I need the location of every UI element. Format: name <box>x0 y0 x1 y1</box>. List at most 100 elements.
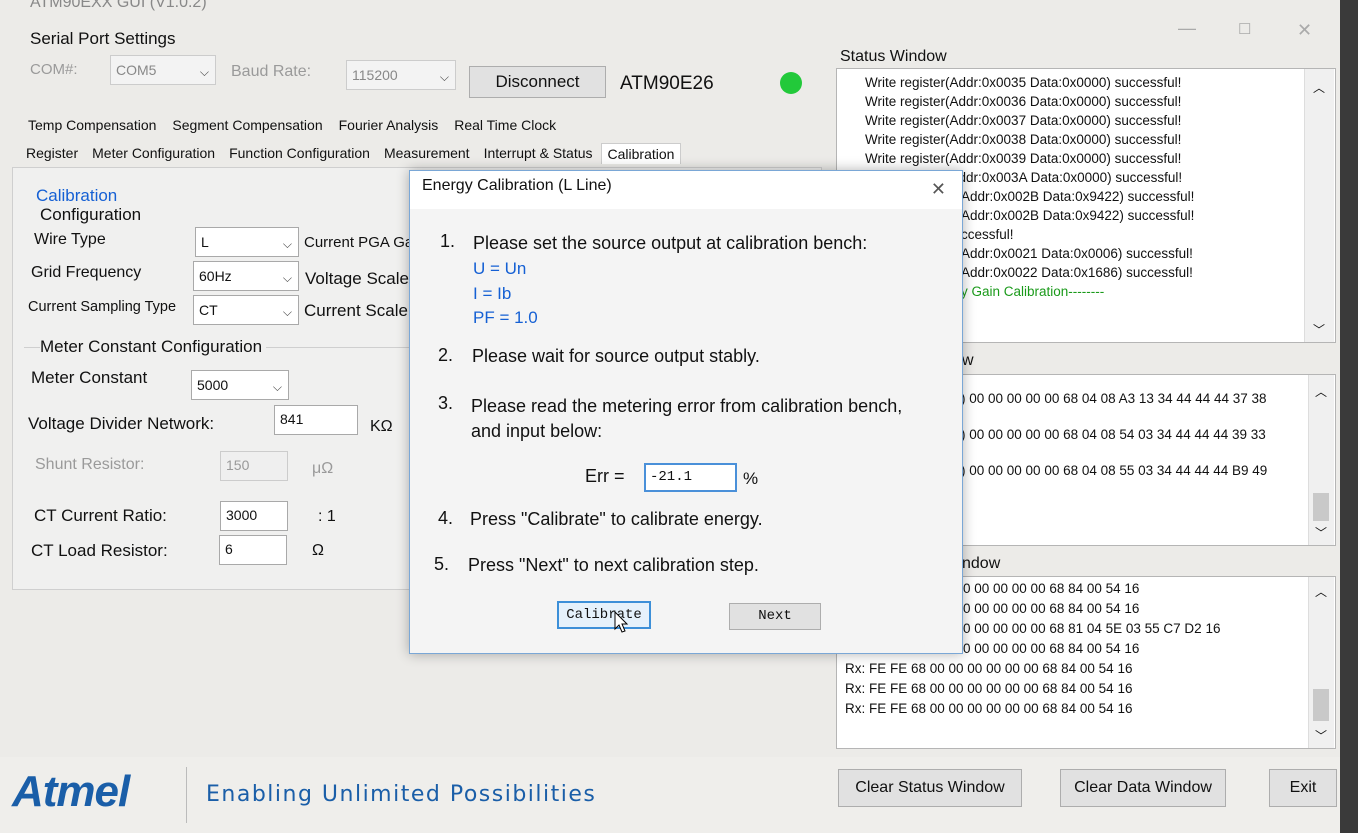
voltage-scale-label: Voltage Scale <box>305 269 409 288</box>
step-4-number: 4. <box>438 508 454 528</box>
device-name: ATM90E26 <box>620 73 714 94</box>
baud-select[interactable]: 115200 ⌵ <box>346 60 456 90</box>
footer: Atmel Enabling Unlimited Possibilities C… <box>0 757 1340 833</box>
connection-status-indicator <box>780 72 802 94</box>
chevron-down-icon[interactable]: ﹀ <box>1315 524 1327 541</box>
rx-window-label: ndow <box>962 555 1001 572</box>
ct-load-input[interactable]: 6 <box>219 535 287 565</box>
chevron-up-icon[interactable]: ︿ <box>1315 383 1327 400</box>
ct-load-unit: Ω <box>312 542 324 559</box>
chevron-down-icon: ⌵ <box>272 380 282 394</box>
dialog-title: Energy Calibration (L Line) <box>422 177 612 194</box>
configuration-title: Configuration <box>40 205 142 224</box>
err-label: Err = <box>585 466 625 486</box>
disconnect-button[interactable]: Disconnect <box>469 66 606 98</box>
step-4-text: Press "Calibrate" to calibrate energy. <box>470 509 763 529</box>
tab-register[interactable]: Register <box>20 143 84 164</box>
chevron-down-icon: ⌵ <box>282 305 292 319</box>
status-line: Write register(Addr:0x0037 Data:0x0000) … <box>865 113 1182 128</box>
current-pga-label: Current PGA Ga <box>304 234 414 251</box>
status-scrollbar[interactable]: ︿ ﹀ <box>1304 69 1334 342</box>
status-line: Write register(Addr:0x0038 Data:0x0000) … <box>865 132 1182 147</box>
dialog-close-icon[interactable]: ✕ <box>931 179 946 200</box>
ct-ratio-unit: : 1 <box>318 508 336 525</box>
meter-constant-select[interactable]: 5000 ⌵ <box>191 370 289 400</box>
source-voltage: U = Un <box>473 259 527 278</box>
tab-meter-configuration[interactable]: Meter Configuration <box>86 143 221 164</box>
clear-status-button[interactable]: Clear Status Window <box>838 769 1022 807</box>
baud-value: 115200 <box>352 67 398 83</box>
step-1-number: 1. <box>440 231 456 251</box>
tab-interrupt-status[interactable]: Interrupt & Status <box>478 143 599 164</box>
status-line: Write register(Addr:0x0036 Data:0x0000) … <box>865 94 1182 109</box>
tab-fourier-analysis[interactable]: Fourier Analysis <box>333 115 445 135</box>
com-label: COM#: <box>30 61 78 78</box>
chevron-up-icon[interactable]: ︿ <box>1315 583 1327 600</box>
err-unit: % <box>743 469 759 488</box>
tab-row-1: Temp Compensation Segment Compensation F… <box>22 115 562 135</box>
rx-data-line: Rx: FE FE 68 00 00 00 00 00 00 68 84 00 … <box>845 681 1133 696</box>
tab-segment-compensation[interactable]: Segment Compensation <box>166 115 328 135</box>
serial-group-label: Serial Port Settings <box>30 29 176 48</box>
scroll-thumb[interactable] <box>1313 689 1329 721</box>
tx-window-label: w <box>962 352 974 369</box>
next-button[interactable]: Next <box>729 603 821 630</box>
chevron-up-icon[interactable]: ︿ <box>1313 79 1325 96</box>
chevron-down-icon: ⌵ <box>282 237 292 251</box>
step-5-text: Press "Next" to next calibration step. <box>468 555 759 575</box>
shunt-resistor-input[interactable]: 150 <box>220 451 288 481</box>
current-sampling-value: CT <box>199 302 218 318</box>
maximize-button[interactable]: ☐ <box>1238 20 1251 38</box>
status-window-label: Status Window <box>840 48 947 65</box>
step-2-text: Please wait for source output stably. <box>472 346 760 366</box>
scroll-thumb[interactable] <box>1313 493 1329 521</box>
chevron-down-icon[interactable]: ﹀ <box>1315 727 1327 744</box>
tab-real-time-clock[interactable]: Real Time Clock <box>448 115 562 135</box>
grid-frequency-value: 60Hz <box>199 268 232 284</box>
voltage-divider-unit: KΩ <box>370 418 393 435</box>
com-value: COM5 <box>116 62 157 78</box>
atmel-logo: Atmel <box>12 767 130 816</box>
step-3-text: Please read the metering error from cali… <box>471 396 903 416</box>
tx-data-line: ) 00 00 00 00 00 68 04 08 A3 13 34 44 44… <box>961 391 1267 406</box>
exit-button[interactable]: Exit <box>1269 769 1337 807</box>
calibration-section-title: Calibration <box>36 186 118 205</box>
step-3-text-continued: and input below: <box>471 421 603 441</box>
wire-type-select[interactable]: L ⌵ <box>195 227 299 257</box>
meter-constant-value: 5000 <box>197 377 229 393</box>
voltage-divider-input[interactable]: 841 <box>274 405 358 435</box>
close-button[interactable]: ✕ <box>1297 20 1312 41</box>
clear-data-button[interactable]: Clear Data Window <box>1060 769 1226 807</box>
chevron-down-icon: ⌵ <box>199 65 209 79</box>
step-1-text: Please set the source output at calibrat… <box>473 233 868 253</box>
energy-calibration-dialog: Energy Calibration (L Line) ✕ 1. Please … <box>409 170 963 654</box>
ct-ratio-input[interactable]: 3000 <box>220 501 288 531</box>
source-current: I = Ib <box>473 284 512 303</box>
meter-constant-group-label: Meter Constant Configuration <box>40 337 267 357</box>
tx-data-line: ) 00 00 00 00 00 68 04 08 55 03 34 44 44… <box>961 463 1268 478</box>
ct-load-label: CT Load Resistor: <box>31 541 168 560</box>
current-sampling-select[interactable]: CT ⌵ <box>193 295 299 325</box>
err-input[interactable]: -21.1 <box>644 463 737 492</box>
tx-data-line: ) 00 00 00 00 00 68 04 08 54 03 34 44 44… <box>961 427 1266 442</box>
minimize-button[interactable]: — <box>1178 18 1196 39</box>
com-select[interactable]: COM5 ⌵ <box>110 55 216 85</box>
step-5-number: 5. <box>434 554 450 574</box>
grid-frequency-select[interactable]: 60Hz ⌵ <box>193 261 299 291</box>
wire-type-label: Wire Type <box>34 231 106 248</box>
status-line: Write register(Addr:0x0035 Data:0x0000) … <box>865 75 1182 90</box>
tab-calibration[interactable]: Calibration <box>600 143 682 164</box>
chevron-down-icon[interactable]: ﹀ <box>1313 321 1325 338</box>
tab-function-configuration[interactable]: Function Configuration <box>223 143 376 164</box>
calibrate-button[interactable]: Calibrate <box>557 601 651 629</box>
tx-scrollbar[interactable]: ︿ ﹀ <box>1308 375 1334 545</box>
baud-label: Baud Rate: <box>231 63 312 80</box>
tab-temp-compensation[interactable]: Temp Compensation <box>22 115 162 135</box>
shunt-resistor-unit: μΩ <box>312 460 334 477</box>
tab-measurement[interactable]: Measurement <box>378 143 476 164</box>
voltage-divider-label: Voltage Divider Network: <box>28 414 215 433</box>
rx-scrollbar[interactable]: ︿ ﹀ <box>1308 577 1334 748</box>
current-scale-label: Current Scale <box>304 301 408 320</box>
mouse-cursor-icon <box>614 611 629 633</box>
step-3-number: 3. <box>438 393 454 413</box>
